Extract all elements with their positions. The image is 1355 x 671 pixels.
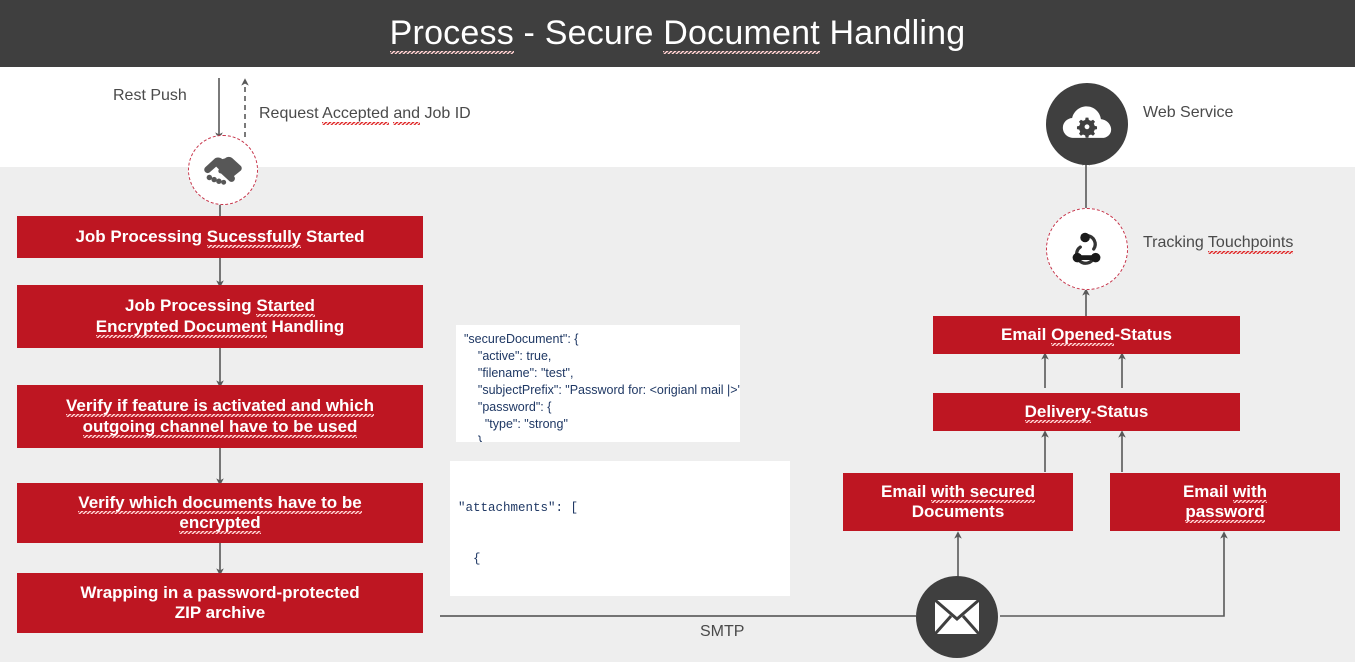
status-box-email-opened[interactable]: Email Opened-Status: [933, 316, 1240, 354]
process-box-step-1[interactable]: Job Processing Sucessfully Started: [17, 216, 423, 258]
process-box-step-4[interactable]: Verify which documents have to be encrypt…: [17, 483, 423, 543]
status-box-delivery[interactable]: Delivery-Status: [933, 393, 1240, 431]
status-box-email-password-label: Email with password: [1182, 481, 1268, 523]
process-box-step-1-label: Job Processing Sucessfully Started: [75, 226, 365, 248]
status-box-email-secured-documents-label: Email with secured Documents: [880, 481, 1035, 521]
cloud-gear-icon: [1046, 83, 1128, 165]
process-box-step-4-label: Verify which documents have to be encrypt…: [78, 492, 362, 534]
status-box-email-opened-label: Email Opened-Status: [1000, 324, 1172, 346]
process-box-step-3-label: Verify if feature is activated and which…: [66, 396, 374, 438]
handshake-icon: [188, 135, 258, 205]
code-block-secure-document: "secureDocument": { "active": true, "fil…: [456, 325, 740, 442]
code-line: {: [458, 552, 481, 566]
code-line: "attachments": [: [458, 501, 579, 515]
label-smtp: SMTP: [700, 623, 745, 640]
process-box-step-5-label: Wrapping in a password-protected ZIP arch…: [80, 582, 360, 622]
process-box-step-5[interactable]: Wrapping in a password-protected ZIP arch…: [17, 573, 423, 633]
envelope-icon: [916, 576, 998, 658]
status-box-email-password[interactable]: Email with password: [1110, 473, 1340, 531]
status-box-delivery-label: Delivery-Status: [1024, 401, 1149, 423]
label-request-accepted: Request Accepted and Job ID: [259, 105, 471, 125]
code-block-attachments: "attachments": [ { "name": "name.txt", "…: [450, 461, 790, 596]
process-box-step-3[interactable]: Verify if feature is activated and which…: [17, 385, 423, 448]
webhook-icon: [1046, 208, 1128, 290]
label-web-service: Web Service: [1143, 104, 1234, 121]
label-tracking-touchpoints: Tracking Touchpoints: [1143, 234, 1294, 254]
status-box-email-secured-documents[interactable]: Email with secured Documents: [843, 473, 1073, 531]
process-box-step-2[interactable]: Job Processing Started Encrypted Document…: [17, 285, 423, 348]
label-rest-push: Rest Push: [113, 87, 187, 104]
process-box-step-2-label: Job Processing Started Encrypted Document…: [95, 296, 345, 338]
